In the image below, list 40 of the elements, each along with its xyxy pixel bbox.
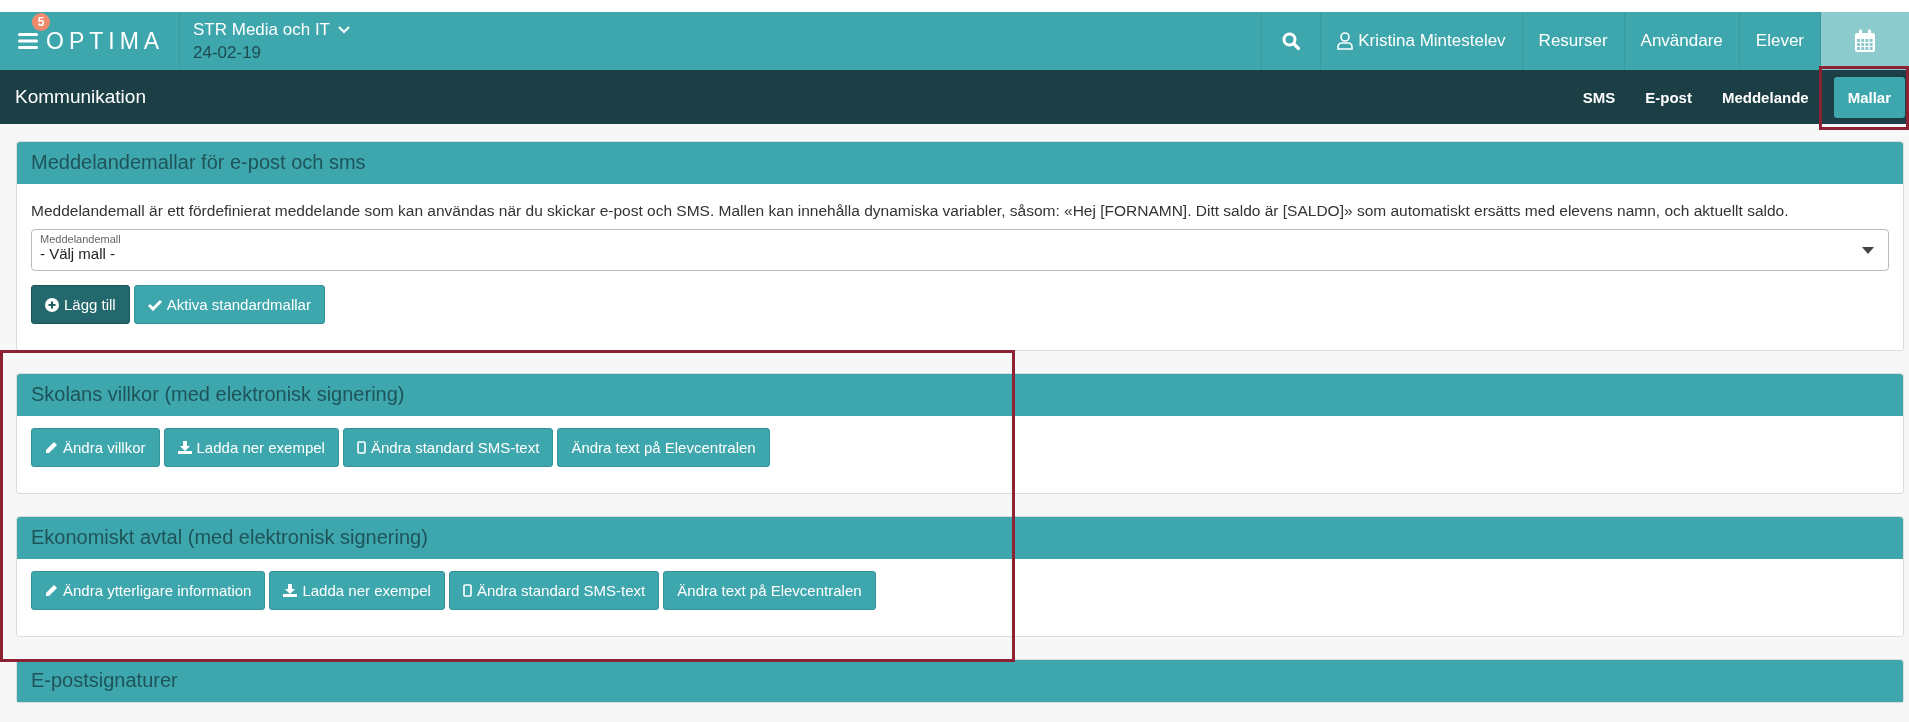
page-title: Kommunikation — [15, 86, 146, 108]
action-button[interactable]: Ändra text på Elevcentralen — [663, 571, 876, 610]
calendar-icon — [1854, 29, 1876, 53]
tab[interactable]: E-post — [1632, 76, 1705, 118]
tab[interactable]: Meddelande — [1708, 76, 1822, 118]
pencil-icon — [45, 584, 58, 597]
action-button[interactable]: Ändra villkor — [31, 428, 160, 467]
chevron-down-icon — [338, 25, 350, 34]
plus-circle-icon — [45, 297, 59, 312]
search-icon — [1282, 32, 1301, 50]
action-button[interactable]: Ändra standard SMS-text — [342, 428, 554, 467]
organization-dropdown[interactable]: STR Media och IT — [193, 19, 350, 40]
panel-header: E-postsignaturer — [17, 660, 1903, 702]
panel-header: Skolans villkor (med elektronisk signering) — [17, 374, 1903, 416]
user-icon — [1337, 32, 1354, 50]
menu-icon — [18, 32, 38, 50]
tab[interactable]: Mallar — [1833, 76, 1905, 118]
action-button[interactable]: Ändra ytterligare information — [31, 571, 266, 610]
description-text: Meddelandemall är ett fördefinierat meddelande som kan användas när du skickar e-post och SMS. Mallen kan innehålla dynamiska variabler, såsom: «Hej [FORNAMN]. Ditt saldo är [SALDO]» som automatiskt ersätts med elevens namn, och aktuellt saldo. — [31, 202, 1790, 220]
template-select[interactable]: Meddelandemall - Välj mall - — [31, 229, 1889, 271]
action-button[interactable]: Lägg till — [31, 285, 130, 324]
panel-header: Meddelandemallar för e-post och sms — [17, 142, 1903, 184]
calendar-button[interactable] — [1820, 12, 1909, 70]
download-icon — [283, 584, 298, 597]
date-text: 24-02-19 — [193, 42, 263, 63]
caret-icon — [1862, 247, 1874, 254]
check-icon — [147, 298, 162, 311]
panel-header: Ekonomiskt avtal (med elektronisk signering) — [17, 517, 1903, 559]
action-button[interactable]: Ladda ner exempel — [269, 571, 445, 610]
tab[interactable]: SMS — [1569, 76, 1629, 118]
download-icon — [177, 441, 192, 454]
action-button[interactable]: Ladda ner exempel — [163, 428, 339, 467]
action-button[interactable]: Ändra text på Elevcentralen — [557, 428, 770, 467]
pencil-icon — [45, 441, 58, 454]
notification-badge: 5 — [32, 13, 50, 31]
mobile-icon — [356, 441, 366, 454]
mobile-icon — [462, 584, 472, 597]
menu-button[interactable] — [18, 32, 38, 50]
action-button[interactable]: Ändra standard SMS-text — [448, 571, 660, 610]
action-button[interactable]: Aktiva standardmallar — [133, 285, 325, 324]
